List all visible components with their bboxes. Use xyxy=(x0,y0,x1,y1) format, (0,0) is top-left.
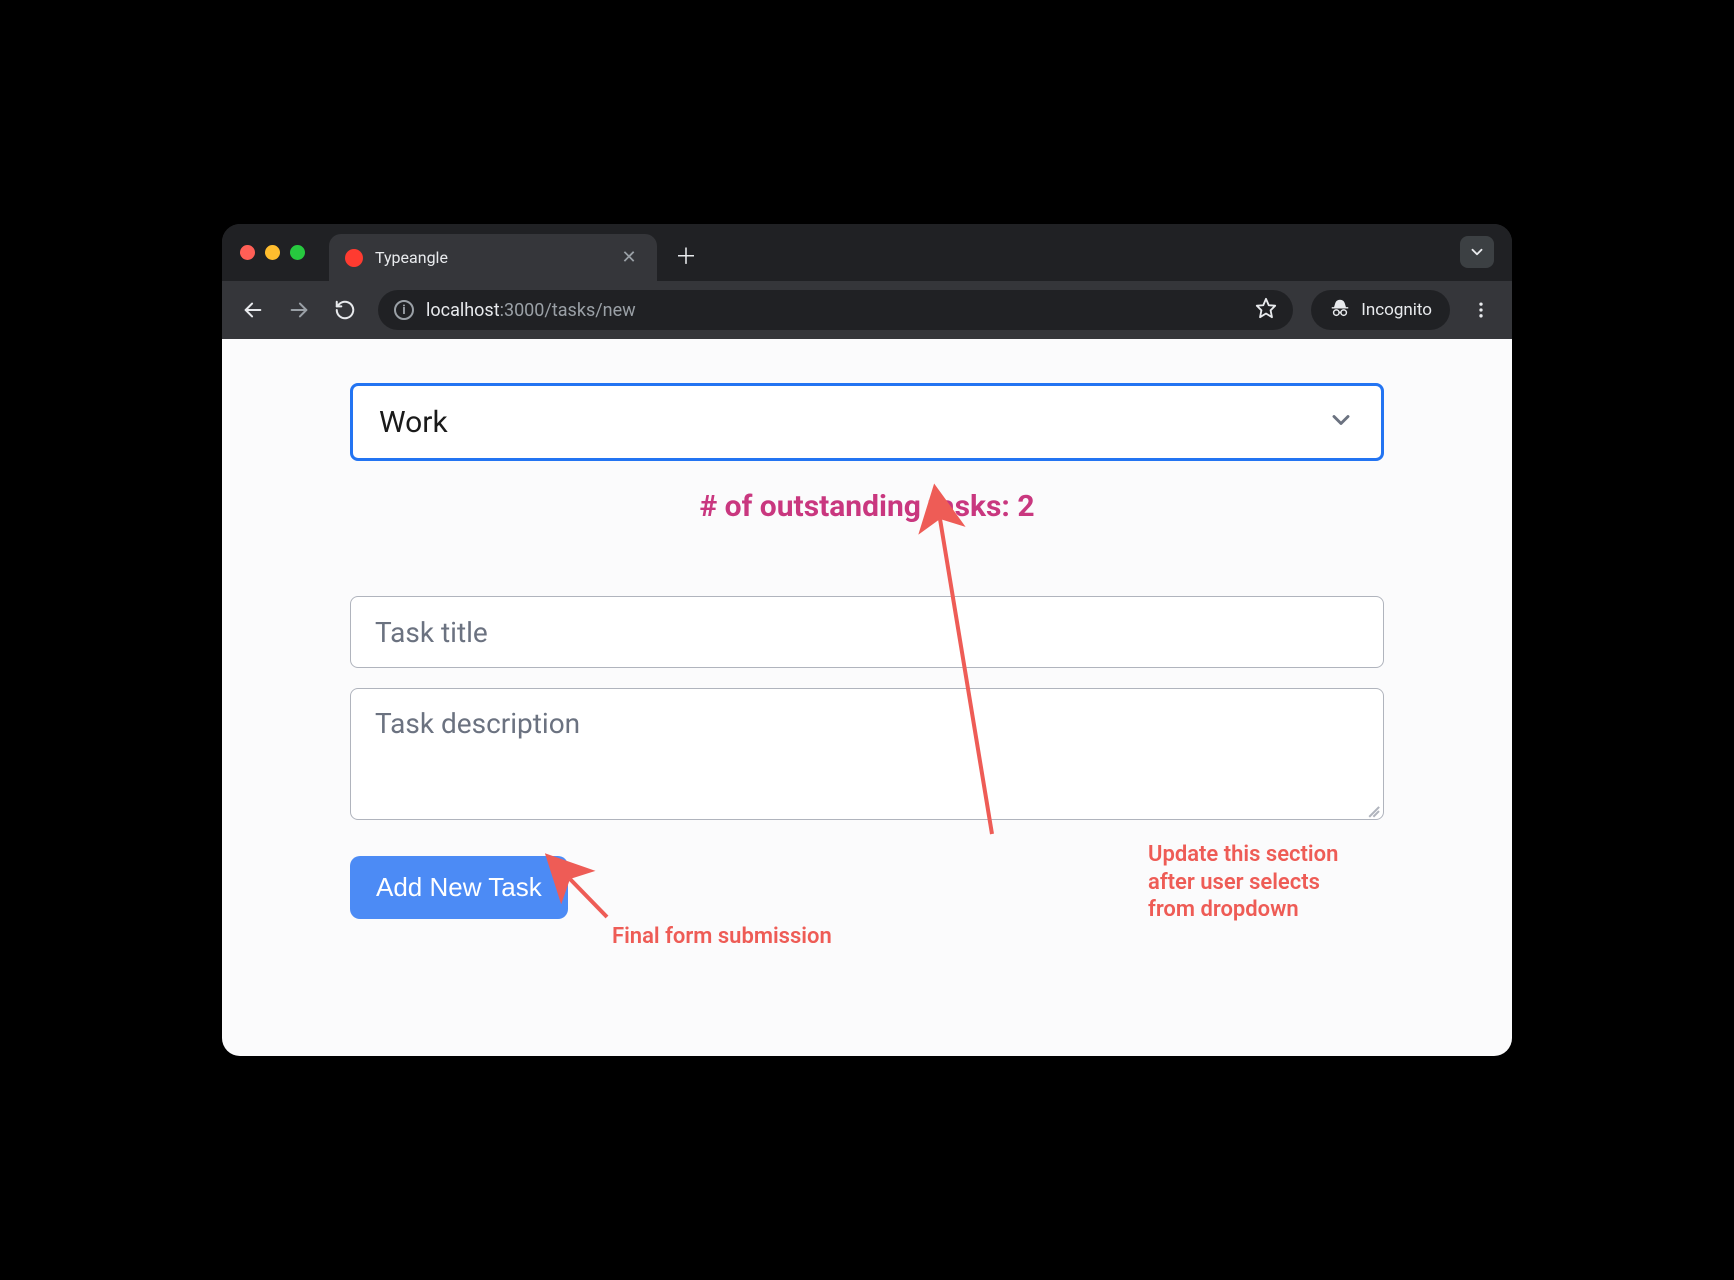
tab-favicon xyxy=(345,249,363,267)
minimize-window-button[interactable] xyxy=(265,245,280,260)
bookmark-star-icon[interactable] xyxy=(1255,297,1277,323)
annotation-update-section: Update this section after user selects f… xyxy=(1148,841,1408,924)
new-tab-button[interactable]: ＋ xyxy=(675,239,697,271)
url-text: localhost:3000/tasks/new xyxy=(426,300,1243,321)
task-title-input[interactable]: Task title xyxy=(350,596,1384,668)
annotation-line: from dropdown xyxy=(1148,896,1408,924)
close-window-button[interactable] xyxy=(240,245,255,260)
task-description-placeholder: Task description xyxy=(375,707,580,740)
incognito-icon xyxy=(1329,297,1351,324)
outstanding-tasks-label: # of outstanding tasks: 2 xyxy=(350,489,1384,524)
site-info-icon[interactable]: i xyxy=(394,300,414,320)
tab-title: Typeangle xyxy=(375,248,607,267)
annotation-submission: Final form submission xyxy=(612,923,832,951)
url-port: :3000 xyxy=(500,300,545,321)
url-path: /tasks/new xyxy=(544,300,635,321)
address-bar[interactable]: i localhost:3000/tasks/new xyxy=(378,290,1293,330)
annotation-line: after user selects xyxy=(1148,869,1408,897)
forward-button[interactable] xyxy=(280,291,318,329)
category-select[interactable]: Work xyxy=(350,383,1384,461)
resize-handle-icon[interactable] xyxy=(1365,801,1379,815)
browser-tab[interactable]: Typeangle ✕ xyxy=(329,234,657,281)
annotation-line: Update this section xyxy=(1148,841,1408,869)
toolbar: i localhost:3000/tasks/new Incognito xyxy=(222,281,1512,339)
task-title-placeholder: Task title xyxy=(375,616,488,649)
task-description-input[interactable]: Task description xyxy=(350,688,1384,820)
incognito-badge[interactable]: Incognito xyxy=(1311,290,1450,330)
tabs-dropdown-button[interactable] xyxy=(1460,236,1494,268)
close-tab-button[interactable]: ✕ xyxy=(619,247,639,268)
url-host: localhost xyxy=(426,300,500,321)
add-task-button[interactable]: Add New Task xyxy=(350,856,568,919)
back-button[interactable] xyxy=(234,291,272,329)
window-controls xyxy=(240,245,305,260)
maximize-window-button[interactable] xyxy=(290,245,305,260)
browser-menu-button[interactable] xyxy=(1462,291,1500,329)
chevron-down-icon xyxy=(1327,406,1355,438)
category-select-value: Work xyxy=(379,405,448,440)
browser-window: Typeangle ✕ ＋ i localhost:3000/tasks/new xyxy=(222,224,1512,1056)
page-content: Work # of outstanding tasks: 2 Task titl… xyxy=(222,339,1512,1056)
reload-button[interactable] xyxy=(326,291,364,329)
titlebar: Typeangle ✕ ＋ xyxy=(222,224,1512,281)
incognito-label: Incognito xyxy=(1361,300,1432,320)
